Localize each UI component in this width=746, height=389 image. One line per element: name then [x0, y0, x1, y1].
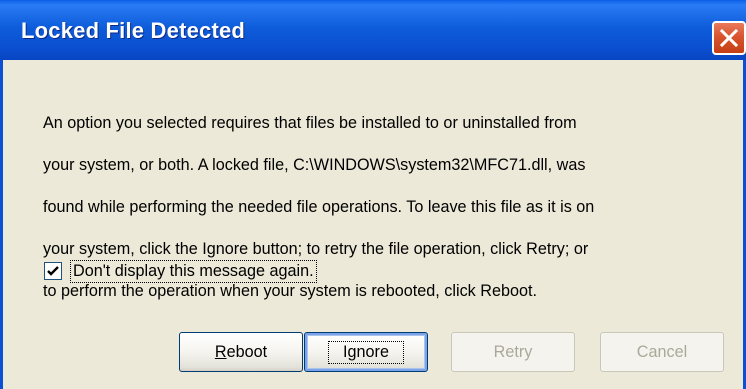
dont-display-again-checkbox[interactable]	[44, 262, 62, 280]
retry-button[interactable]: Retry	[451, 332, 575, 372]
window-title: Locked File Detected	[21, 18, 246, 43]
cancel-label: Cancel	[636, 342, 688, 361]
retry-label: Retry	[493, 342, 533, 361]
message-line: your system, click the Ignore button; to…	[43, 240, 589, 258]
message-line: found while performing the needed file o…	[43, 198, 595, 216]
message-line: An option you selected requires that fil…	[43, 114, 577, 132]
message-text: An option you selected requires that fil…	[43, 92, 723, 323]
title-bar[interactable]: Locked File Detected	[0, 0, 746, 60]
cancel-button[interactable]: Cancel	[600, 332, 724, 372]
dialog-window: Locked File Detected An option you selec…	[0, 0, 746, 389]
checkmark-icon	[47, 266, 59, 276]
ignore-button[interactable]: Ignore	[304, 332, 428, 372]
reboot-label: eboot	[226, 342, 268, 361]
dont-display-again-option[interactable]: Don't display this message again.	[44, 258, 317, 284]
reboot-accelerator: R	[214, 342, 227, 361]
message-line: to perform the operation when your syste…	[43, 282, 537, 300]
close-icon	[719, 28, 739, 48]
dont-display-again-label[interactable]: Don't display this message again.	[70, 259, 317, 283]
close-button[interactable]	[712, 21, 746, 55]
message-line: your system, or both. A locked file, C:\…	[43, 156, 586, 174]
ignore-label: Ignore	[328, 340, 404, 364]
reboot-button[interactable]: Reboot	[179, 332, 303, 372]
